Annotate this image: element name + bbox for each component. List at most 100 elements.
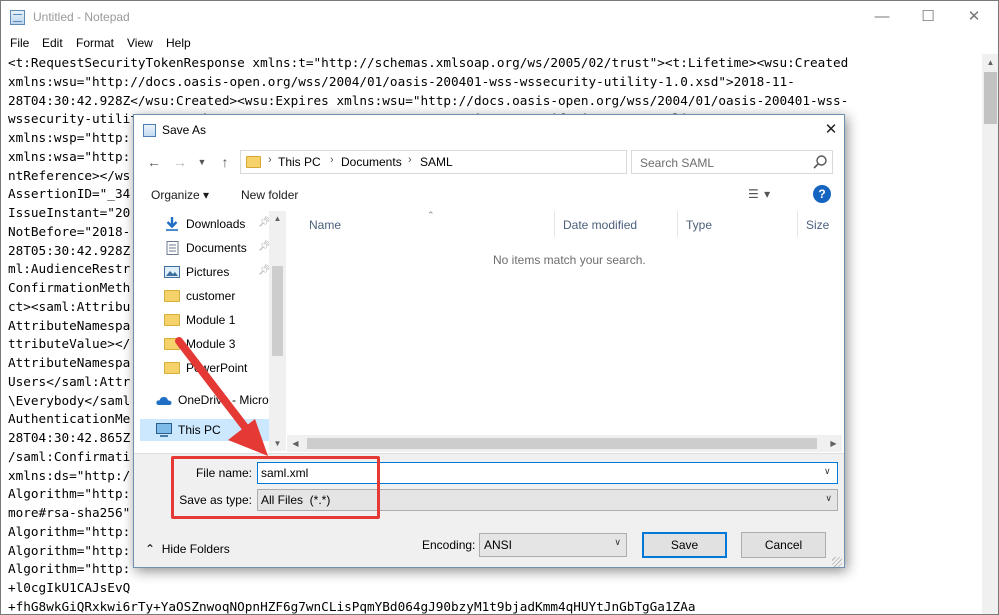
back-arrow-icon[interactable]: ← <box>143 152 165 172</box>
search-icon[interactable] <box>812 154 828 170</box>
column-label: Type <box>686 218 713 232</box>
breadcrumb-this-pc[interactable]: This PC <box>278 155 321 169</box>
chevron-right-icon[interactable]: › <box>330 154 334 166</box>
chevron-right-icon[interactable]: › <box>408 154 412 166</box>
resize-grip-icon[interactable] <box>832 557 842 567</box>
hide-folders-label: Hide Folders <box>161 542 230 556</box>
nav-item-label: Downloads <box>186 217 246 231</box>
scroll-up-icon[interactable]: ▲ <box>982 54 998 71</box>
maximize-icon[interactable]: ☐ <box>905 1 951 33</box>
notepad-icon <box>10 10 25 25</box>
column-size[interactable]: Size <box>798 211 842 237</box>
notepad-text-line: xmlns:wsu="http://docs.oasis-open.org/ws… <box>8 73 795 89</box>
column-type[interactable]: Type <box>678 211 798 237</box>
notepad-titlebar[interactable]: Untitled - Notepad — ☐ ✕ <box>1 1 998 33</box>
computer-icon <box>156 423 172 437</box>
nav-item-onedrive[interactable]: OneDrive - Micros <box>140 389 275 411</box>
organize-button[interactable]: Organize ▾ <box>151 188 209 202</box>
empty-message: No items match your search. <box>493 253 646 267</box>
nav-item-downloads[interactable]: Downloads 📌︎ <box>140 213 271 235</box>
notepad-text-line: +l0cgIkU1CAJsEvQ <box>8 580 131 595</box>
chevron-down-icon[interactable]: ∨ <box>825 493 832 504</box>
forward-arrow-icon[interactable]: → <box>169 152 191 172</box>
chevron-down-icon[interactable]: ∨ <box>614 537 621 548</box>
nav-item-customer[interactable]: customer <box>140 285 270 307</box>
column-name[interactable]: ⌃ Name <box>287 210 555 237</box>
dialog-titlebar[interactable]: Save As ✕ <box>134 115 844 145</box>
help-icon[interactable]: ? <box>813 185 831 203</box>
folder-icon <box>164 338 180 350</box>
nav-item-label: PowerPoint <box>186 361 248 375</box>
new-folder-button[interactable]: New folder <box>241 188 298 202</box>
save-button[interactable]: Save <box>642 532 727 558</box>
nav-item-label: customer <box>186 289 236 303</box>
column-date-modified[interactable]: Date modified <box>555 211 678 237</box>
pictures-icon <box>164 266 180 278</box>
nav-item-documents[interactable]: Documents 📌︎ <box>140 237 271 259</box>
nav-item-label: OneDrive - Micros <box>178 393 275 407</box>
scroll-thumb[interactable] <box>984 72 997 124</box>
folder-icon <box>164 314 180 326</box>
notepad-title: Untitled - Notepad <box>33 10 130 24</box>
nav-item-module-3[interactable]: Module 3 <box>140 333 270 355</box>
chevron-down-icon[interactable]: ∨ <box>824 466 831 477</box>
menu-edit[interactable]: Edit <box>42 36 63 50</box>
notepad-text-line: +fhG8wkGiQRxkwi6rTy+YaOSZnwoqNOpnHZF6g7w… <box>8 598 696 614</box>
column-label: Name <box>309 218 342 232</box>
folder-icon <box>164 362 180 374</box>
search-placeholder: Search SAML <box>640 156 715 170</box>
cancel-button[interactable]: Cancel <box>741 532 826 558</box>
onedrive-icon <box>156 396 172 405</box>
scroll-thumb[interactable] <box>272 266 283 356</box>
file-list[interactable]: ⌃ Name Date modified Type Size No items … <box>287 210 842 451</box>
notepad-vertical-scrollbar[interactable]: ▲ <box>982 54 998 614</box>
scroll-thumb[interactable] <box>307 438 817 449</box>
scroll-up-icon[interactable]: ▲ <box>269 211 286 226</box>
nav-item-label: Pictures <box>186 265 230 279</box>
recent-locations-icon[interactable]: ▼ <box>191 152 213 172</box>
download-icon <box>166 217 178 231</box>
dialog-title: Save As <box>162 123 207 137</box>
nav-item-label: Module 3 <box>186 337 236 351</box>
address-bar[interactable]: › This PC › Documents › SAML ∨ ↻ <box>240 150 725 174</box>
minimize-icon[interactable]: — <box>859 1 905 33</box>
navigation-pane-scrollbar[interactable]: ▲ ▼ <box>269 211 286 451</box>
menu-format[interactable]: Format <box>76 36 114 50</box>
menu-help[interactable]: Help <box>166 36 191 50</box>
close-icon[interactable]: ✕ <box>951 1 997 33</box>
notepad-text-line: 28T04:30:42.928Z</wsu:Created><wsu:Expir… <box>8 92 849 108</box>
view-options-icon[interactable]: ☰ ▾ <box>748 187 770 201</box>
chevron-right-icon[interactable]: › <box>268 154 272 166</box>
nav-item-pictures[interactable]: Pictures 📌︎ <box>140 261 271 283</box>
navigation-pane: Downloads 📌︎ Documents 📌︎ Pictures 📌︎ cu… <box>140 211 287 451</box>
documents-icon <box>166 241 179 255</box>
nav-item-label: Documents <box>186 241 247 255</box>
search-box[interactable]: Search SAML <box>631 150 833 174</box>
nav-item-powerpoint[interactable]: PowerPoint <box>140 357 270 379</box>
encoding-select[interactable]: ANSI ∨ <box>479 533 627 557</box>
dialog-close-icon[interactable]: ✕ <box>816 115 844 145</box>
nav-item-module-1[interactable]: Module 1 <box>140 309 270 331</box>
scroll-left-icon[interactable]: ◀ <box>287 435 304 452</box>
column-label: Date modified <box>563 218 638 232</box>
dialog-navbar: ← → ▼ ↑ › This PC › Documents › SAML ∨ ↻… <box>134 149 844 175</box>
notepad-text-line: <t:RequestSecurityTokenResponse xmlns:t=… <box>8 55 849 70</box>
dialog-command-bar: Organize ▾ New folder ☰ ▾ ? <box>134 181 844 209</box>
notepad-menubar: File Edit Format View Help <box>1 33 998 53</box>
column-label: Size <box>806 218 830 232</box>
folder-icon <box>164 290 180 302</box>
encoding-value: ANSI <box>484 538 513 552</box>
file-list-horizontal-scrollbar[interactable]: ◀ ▶ <box>287 435 842 452</box>
save-as-icon <box>143 124 156 137</box>
hide-folders-button[interactable]: ⌃ Hide Folders <box>145 542 230 556</box>
breadcrumb-documents[interactable]: Documents <box>341 155 402 169</box>
menu-view[interactable]: View <box>127 36 153 50</box>
up-arrow-icon[interactable]: ↑ <box>214 152 236 172</box>
sort-up-icon: ⌃ <box>427 210 435 220</box>
breadcrumb-saml[interactable]: SAML <box>420 155 453 169</box>
nav-item-this-pc[interactable]: This PC <box>140 419 270 441</box>
scroll-down-icon[interactable]: ▼ <box>269 436 286 451</box>
menu-file[interactable]: File <box>10 36 29 50</box>
scroll-right-icon[interactable]: ▶ <box>825 435 842 452</box>
encoding-label: Encoding: <box>422 538 476 552</box>
